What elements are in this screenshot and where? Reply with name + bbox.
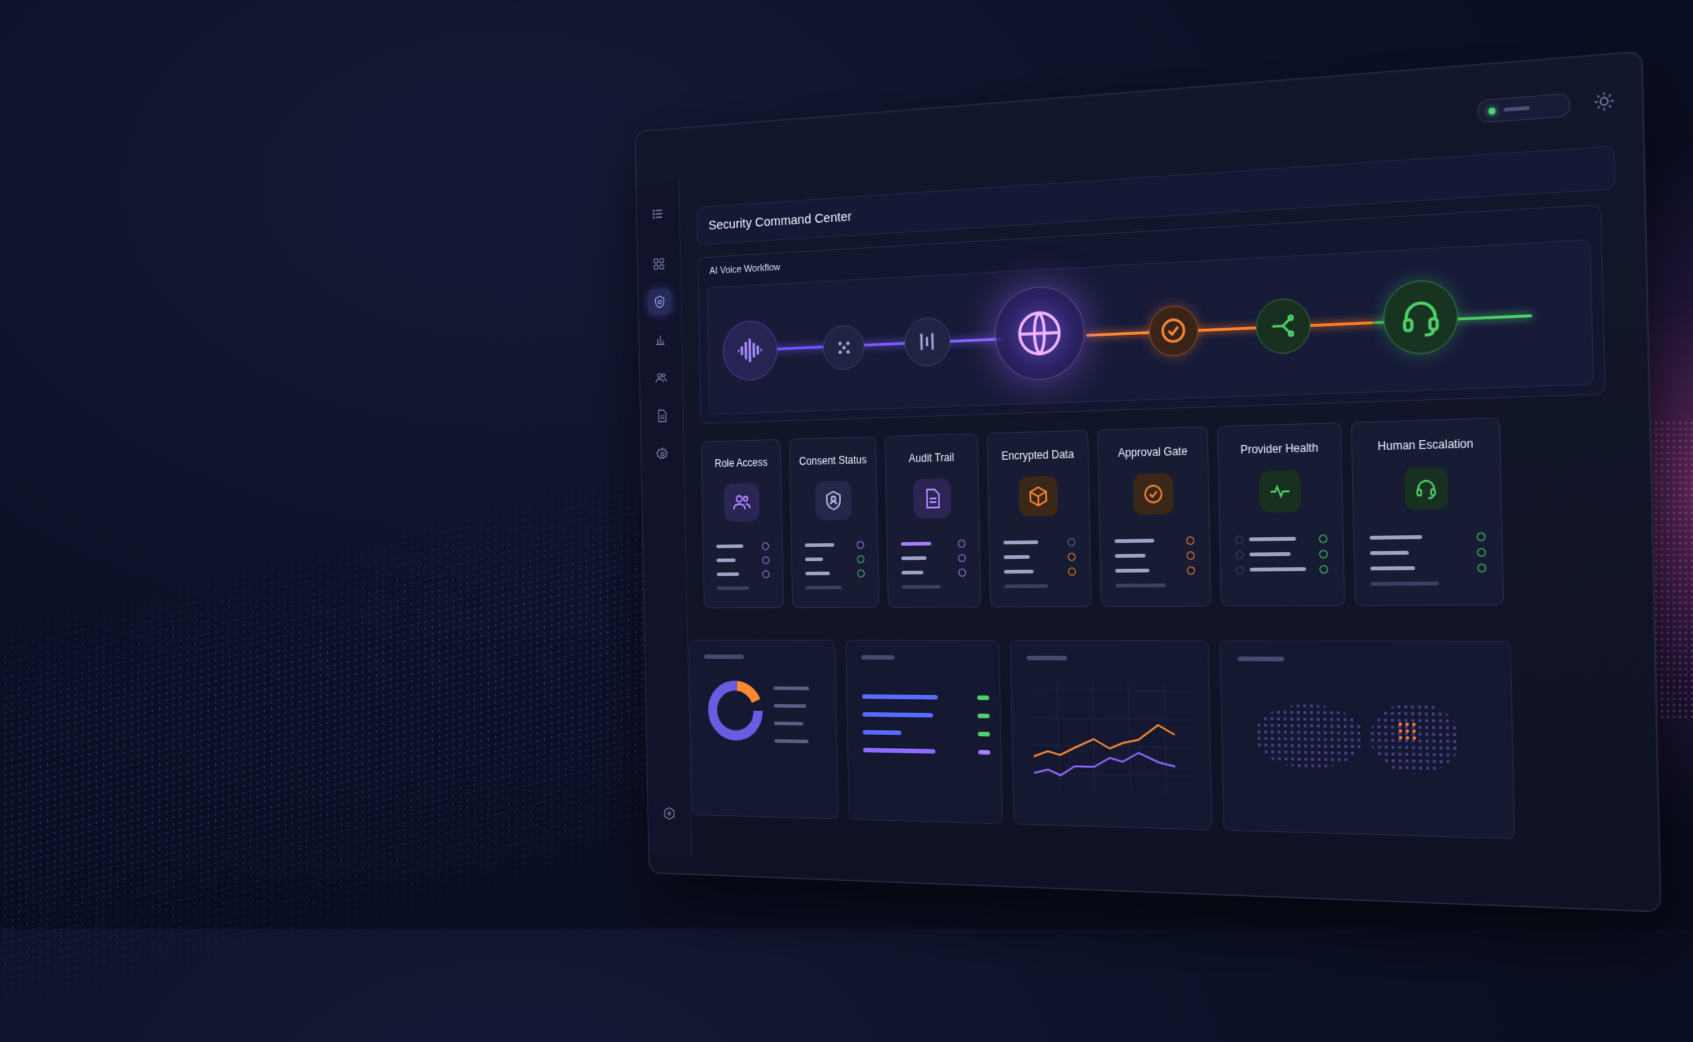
sidebar-item-dashboard[interactable]: [647, 250, 671, 277]
grid-icon: [653, 257, 666, 272]
card-title: Human Escalation: [1377, 436, 1474, 453]
world-map: [1241, 688, 1486, 799]
status-text-placeholder: [1503, 105, 1530, 112]
card-title: Audit Trail: [908, 451, 955, 465]
waveform-icon: [734, 333, 766, 369]
check-circle-icon: [1142, 483, 1164, 506]
card-icon-box: [1018, 475, 1059, 517]
card-audit-trail[interactable]: Audit Trail: [884, 433, 982, 608]
card-encrypted-data[interactable]: Encrypted Data: [986, 429, 1092, 608]
cube-icon: [1028, 485, 1049, 507]
card-title: Role Access: [714, 456, 768, 470]
headset-icon: [1398, 295, 1442, 340]
card-icon-box: [1258, 470, 1302, 513]
widget-title-placeholder: [704, 654, 744, 660]
menu-icon: [652, 207, 665, 222]
card-human-escalation[interactable]: Human Escalation: [1350, 417, 1505, 607]
dashboard-stage: Security Command Center AI Voice Workflo…: [530, 50, 1662, 920]
sidebar-item-documents[interactable]: [650, 402, 674, 429]
donut-widget[interactable]: [688, 639, 839, 820]
bars-icon: [914, 327, 941, 356]
world-map-widget[interactable]: [1219, 640, 1516, 840]
workflow-node-signal-process[interactable]: [904, 316, 951, 368]
card-icon-box: [1133, 473, 1174, 515]
sidebar-item-footer[interactable]: [657, 800, 681, 827]
card-approval-gate[interactable]: Approval Gate: [1097, 426, 1212, 607]
line-chart-widget[interactable]: [1009, 640, 1213, 831]
card-status-rows: [1369, 528, 1487, 591]
widget-title-placeholder: [1026, 655, 1068, 661]
shield-icon: [653, 295, 666, 309]
users-icon: [655, 371, 668, 385]
hexagon-icon: [663, 806, 676, 820]
online-status-dot: [1488, 106, 1496, 115]
card-role-access[interactable]: Role Access: [700, 439, 785, 609]
document-icon: [655, 409, 668, 423]
workflow-pipeline: [706, 239, 1594, 416]
sidebar-item-users[interactable]: [649, 364, 673, 391]
card-status-rows: [1003, 534, 1077, 593]
document-icon: [922, 487, 943, 509]
check-icon: [1159, 316, 1188, 346]
card-status-rows: [716, 539, 770, 596]
card-status-rows: [1114, 533, 1196, 593]
sidebar: [636, 180, 693, 857]
users-icon: [732, 492, 752, 513]
bars-widget[interactable]: [845, 639, 1003, 825]
bottom-widgets: [688, 639, 1634, 861]
card-icon-box: [913, 478, 952, 519]
card-title: Consent Status: [798, 453, 867, 468]
pipeline-link-purple: [756, 336, 1034, 352]
widget-title-placeholder: [1237, 656, 1285, 662]
workflow-node-voice-input[interactable]: [722, 319, 779, 382]
workflow-node-approval[interactable]: [1148, 304, 1199, 358]
pulse-icon: [1268, 480, 1291, 503]
gear-icon: [656, 447, 669, 461]
globe-icon: [1013, 305, 1067, 362]
card-status-rows: [900, 536, 967, 594]
card-icon-box: [1404, 466, 1449, 511]
card-consent-status[interactable]: Consent Status: [788, 436, 880, 609]
status-pill[interactable]: [1477, 93, 1571, 124]
sidebar-item-settings[interactable]: [651, 441, 675, 468]
widget-title-placeholder: [861, 655, 895, 660]
card-icon-box: [815, 480, 853, 521]
card-title: Provider Health: [1240, 441, 1319, 457]
dashboard-window: Security Command Center AI Voice Workflo…: [634, 50, 1662, 913]
card-icon-box: [723, 482, 760, 522]
card-title: Approval Gate: [1117, 444, 1188, 460]
workflow-node-routing[interactable]: [1255, 297, 1312, 355]
dots-icon: [837, 341, 850, 354]
progress-bars: [862, 687, 991, 761]
donut-chart: [704, 677, 766, 744]
branch-icon: [1267, 310, 1299, 343]
card-status-rows: [804, 537, 865, 594]
sidebar-item-analytics[interactable]: [648, 326, 672, 353]
workflow-node-human-agent[interactable]: [1382, 278, 1459, 356]
ai-voice-workflow-panel: AI Voice Workflow: [697, 203, 1606, 425]
card-status-rows: [1235, 531, 1329, 578]
headset-icon: [1414, 477, 1438, 501]
donut-legend: [773, 686, 810, 744]
workflow-node-ai-core[interactable]: [994, 284, 1086, 382]
compliance-cards: Role Access Consent Status Audit Trail E…: [700, 414, 1608, 615]
line-chart: [1022, 672, 1200, 814]
bar-chart-icon: [654, 333, 667, 347]
sidebar-item-security[interactable]: [647, 288, 672, 316]
workflow-node-speech-detect[interactable]: [822, 324, 865, 371]
workflow-label: AI Voice Workflow: [709, 262, 781, 277]
shield-user-icon: [823, 490, 843, 512]
theme-toggle-icon[interactable]: [1593, 90, 1616, 113]
sidebar-item-menu[interactable]: [646, 200, 670, 227]
map-hotspot: [1396, 720, 1419, 741]
page-title: Security Command Center: [708, 208, 852, 233]
card-provider-health[interactable]: Provider Health: [1216, 422, 1346, 607]
pipeline-link-orange: [1086, 321, 1374, 337]
card-title: Encrypted Data: [1001, 447, 1075, 463]
